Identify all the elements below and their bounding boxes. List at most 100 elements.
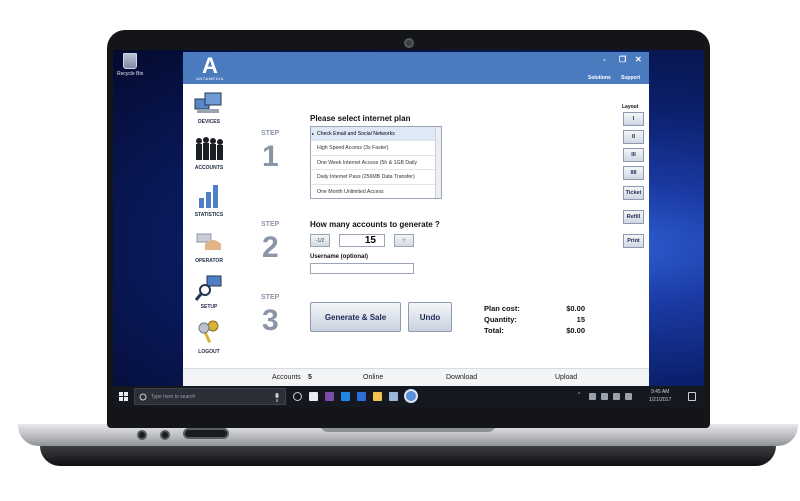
logo-text: ANTAMEDIA — [196, 76, 224, 81]
search-icon — [139, 393, 147, 401]
desktop-screen: Recycle Bin A ANTAMEDIA - ❐ ✕ Solutions … — [113, 50, 704, 407]
solutions-link[interactable]: Solutions — [588, 75, 611, 81]
microphone-icon[interactable] — [274, 393, 280, 402]
layout-4-button[interactable]: IIII — [623, 166, 644, 180]
audio-port — [160, 430, 170, 440]
total-value: $0.00 — [566, 326, 585, 335]
minimize-button[interactable]: - — [603, 55, 606, 64]
step-2-number: 2 — [262, 231, 279, 264]
nav-operator[interactable]: OPERATOR — [191, 228, 227, 264]
decrease-button[interactable]: -1/2 — [310, 234, 330, 247]
layout-2-button[interactable]: II — [623, 130, 644, 144]
layout-3-button[interactable]: III — [623, 148, 644, 162]
antamedia-window: A ANTAMEDIA - ❐ ✕ Solutions Support DEVI… — [183, 52, 649, 386]
clock-date[interactable]: 1/21/2017 — [649, 397, 671, 403]
accounts-status-value: 5 — [308, 374, 312, 381]
plan-option[interactable]: Daily Internet Pass (256MB Data Transfer… — [311, 170, 441, 185]
nav-setup-label: SETUP — [200, 304, 218, 310]
step-1-label: STEP — [261, 130, 280, 137]
audio-port — [137, 430, 147, 440]
app-icon[interactable] — [357, 392, 366, 401]
logout-icon — [193, 319, 225, 347]
plan-listbox[interactable]: Check Email and Social Networks High Spe… — [310, 126, 442, 199]
task-view-icon[interactable] — [293, 392, 302, 401]
windows-start-icon[interactable] — [119, 392, 128, 401]
quantity-stepper[interactable]: 15 — [339, 234, 385, 247]
statistics-icon — [193, 182, 225, 210]
store-icon[interactable] — [309, 392, 318, 401]
plan-cost-label: Plan cost: — [484, 304, 520, 313]
nav-operator-label: OPERATOR — [195, 258, 223, 264]
quantity-value: 15 — [576, 315, 585, 324]
nav-setup[interactable]: SETUP — [191, 274, 227, 310]
step-3-number: 3 — [262, 304, 279, 337]
download-status: Download — [446, 374, 478, 381]
accounts-status-label: Accounts — [272, 374, 301, 381]
nav-statistics[interactable]: STATISTICS — [191, 182, 227, 218]
refill-button[interactable]: Refill — [623, 210, 644, 224]
volume-icon[interactable] — [601, 393, 608, 400]
notifications-icon[interactable] — [688, 392, 696, 401]
nav-devices-label: DEVICES — [198, 119, 220, 125]
accounts-icon — [193, 135, 225, 163]
nav-logout[interactable]: LOGOUT — [191, 319, 227, 355]
mail-icon[interactable] — [389, 392, 398, 401]
plan-heading: Please select internet plan — [310, 114, 411, 123]
undo-button[interactable]: Undo — [408, 302, 452, 332]
nav-logout-label: LOGOUT — [198, 349, 220, 355]
laptop-mockup: Recycle Bin A ANTAMEDIA - ❐ ✕ Solutions … — [0, 0, 800, 501]
setup-icon — [193, 274, 225, 302]
app-icon[interactable] — [325, 392, 334, 401]
plan-cost-value: $0.00 — [566, 304, 585, 313]
accounts-heading: How many accounts to generate ? — [310, 220, 440, 229]
search-placeholder: Type here to search — [151, 394, 196, 400]
devices-icon — [193, 89, 225, 117]
taskbar-search-input[interactable]: Type here to search — [134, 388, 286, 405]
nav-statistics-label: STATISTICS — [194, 212, 224, 218]
online-status: Online — [363, 374, 384, 381]
tray-chevron-icon[interactable]: ^ — [578, 392, 580, 398]
network-icon[interactable] — [589, 393, 596, 400]
keyboard-icon[interactable] — [625, 393, 632, 400]
step-1-number: 1 — [262, 140, 279, 173]
title-bar: A ANTAMEDIA - ❐ ✕ Solutions Support — [183, 52, 649, 84]
nav-accounts-label: ACCOUNTS — [194, 165, 224, 171]
battery-icon[interactable] — [613, 393, 620, 400]
recycle-bin-icon — [123, 53, 137, 69]
recycle-bin-label: Recycle Bin — [117, 71, 144, 77]
quantity-label: Quantity: — [484, 315, 517, 324]
antamedia-logo: A ANTAMEDIA — [195, 53, 225, 82]
plan-option[interactable]: One Month Unlimited Access — [311, 185, 441, 198]
close-button[interactable]: ✕ — [635, 55, 642, 64]
restore-button[interactable]: ❐ — [619, 55, 626, 64]
clock-time[interactable]: 9:45 AM — [651, 389, 669, 395]
print-button[interactable]: Print — [623, 234, 644, 248]
nav-devices[interactable]: DEVICES — [191, 89, 227, 125]
step-2-label: STEP — [261, 221, 280, 228]
plan-option[interactable]: Check Email and Social Networks — [311, 127, 441, 142]
webcam — [404, 38, 414, 48]
windows-taskbar: Type here to search ^ 9:45 AM 1/21/2017 — [113, 386, 704, 407]
plan-option[interactable]: One Week Internet Access (5h & 1GB Daily — [311, 156, 441, 171]
step-3-label: STEP — [261, 294, 280, 301]
increase-button[interactable]: + — [394, 234, 414, 247]
ticket-button[interactable]: Ticket — [623, 186, 644, 200]
total-label: Total: — [484, 326, 504, 335]
plan-scrollbar[interactable] — [435, 127, 441, 198]
laptop-shadow — [40, 446, 776, 466]
support-link[interactable]: Support — [621, 75, 640, 81]
username-field[interactable] — [310, 263, 414, 274]
plan-option[interactable]: High Speed Access (3x Faster) — [311, 141, 441, 156]
recycle-bin[interactable]: Recycle Bin — [117, 53, 143, 77]
username-label: Username (optional) — [310, 254, 369, 260]
edge-icon[interactable] — [341, 392, 350, 401]
speaker-grill — [183, 428, 229, 439]
generate-sale-button[interactable]: Generate & Sale — [310, 302, 401, 332]
status-bar: Accounts 5 Online Download Upload — [183, 368, 649, 386]
nav-accounts[interactable]: ACCOUNTS — [191, 135, 227, 171]
antamedia-taskbar-icon[interactable] — [404, 389, 418, 403]
layout-1-button[interactable]: I — [623, 112, 644, 126]
layout-label: Layout — [622, 104, 639, 110]
logo-mark: A — [202, 53, 218, 78]
file-explorer-icon[interactable] — [373, 392, 382, 401]
